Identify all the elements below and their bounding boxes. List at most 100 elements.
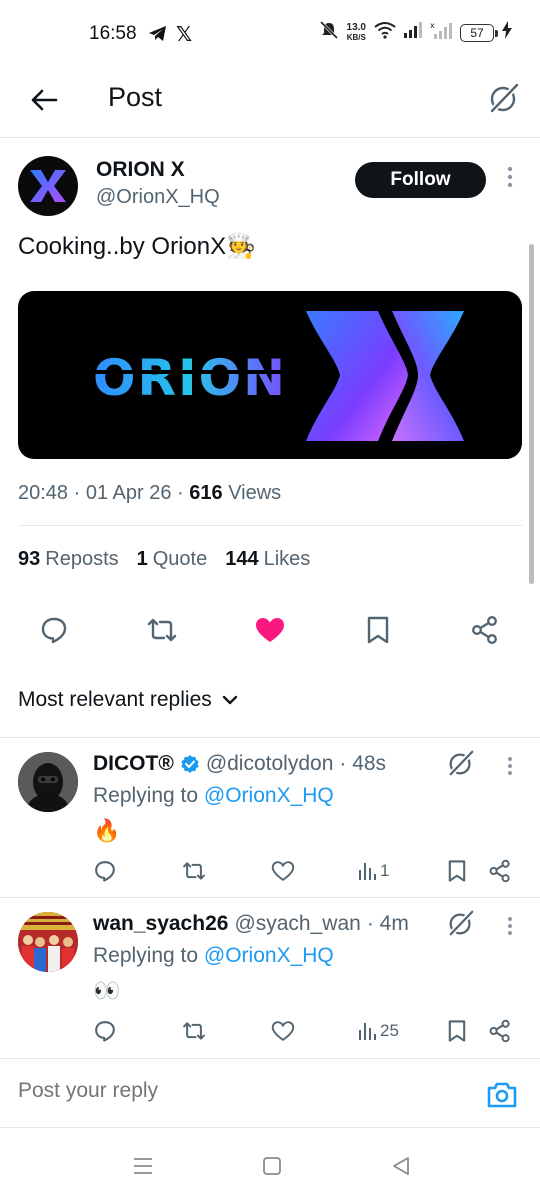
author-name[interactable]: ORION X bbox=[96, 158, 185, 182]
reply-age: · 4m bbox=[366, 912, 409, 935]
orionx-logo-icon bbox=[30, 170, 66, 202]
reply-author-name[interactable]: DICOT® bbox=[93, 752, 174, 776]
replying-to-link[interactable]: @OrionX_HQ bbox=[204, 944, 334, 967]
reposts-label: Reposts bbox=[45, 548, 119, 570]
battery-indicator: 57 bbox=[460, 23, 498, 42]
page-title: Post bbox=[108, 82, 163, 112]
grok-icon bbox=[449, 909, 475, 936]
camera-icon bbox=[487, 1082, 517, 1108]
author-avatar[interactable] bbox=[18, 156, 78, 216]
reply-author-handle[interactable]: @dicotolydon bbox=[206, 752, 334, 776]
balaclava-avatar-image bbox=[18, 752, 78, 812]
recent-apps-button[interactable] bbox=[128, 1154, 158, 1178]
reply-more-button[interactable] bbox=[502, 756, 518, 776]
reply-button[interactable] bbox=[34, 610, 74, 650]
camera-button[interactable] bbox=[486, 1081, 522, 1111]
reply-like-button[interactable] bbox=[271, 1016, 295, 1046]
reply-bookmark-button[interactable] bbox=[446, 1016, 468, 1046]
like-button[interactable] bbox=[250, 610, 290, 650]
replies-sort-label: Most relevant replies bbox=[18, 688, 212, 711]
reply-item[interactable]: wan_syach26 @syach_wan · 4m Replying to … bbox=[0, 897, 540, 1058]
follow-button[interactable]: Follow bbox=[355, 162, 486, 198]
menu-lines-icon bbox=[134, 1158, 152, 1174]
post-media-image[interactable]: ORION bbox=[18, 291, 522, 459]
analytics-icon bbox=[359, 1023, 376, 1040]
reply-views-button[interactable]: 25 bbox=[358, 1016, 399, 1046]
post-time: 20:48 bbox=[18, 482, 69, 504]
status-bar: 16:58 𝕏 13.0 KB/S x 57 bbox=[0, 0, 540, 66]
reply-comment-button[interactable] bbox=[93, 1016, 117, 1046]
post-action-bar bbox=[0, 610, 540, 650]
reply-share-button[interactable] bbox=[488, 1016, 512, 1046]
quotes-stat[interactable]: 1 Quote bbox=[137, 548, 208, 571]
reply-item[interactable]: DICOT® @dicotolydon · 48s Replying to @O… bbox=[0, 737, 540, 897]
replying-to-link[interactable]: @OrionX_HQ bbox=[204, 784, 334, 807]
more-options-button[interactable] bbox=[500, 166, 520, 194]
replying-prefix: Replying to bbox=[93, 784, 199, 807]
grok-icon bbox=[449, 749, 475, 776]
bookmark-icon bbox=[367, 616, 389, 644]
reply-share-button[interactable] bbox=[488, 856, 512, 886]
bookmark-icon bbox=[448, 860, 466, 882]
reply-repost-button[interactable] bbox=[181, 1016, 207, 1046]
status-right: 13.0 KB/S x 57 bbox=[319, 20, 512, 45]
heart-filled-icon bbox=[256, 618, 284, 642]
reply-header: wan_syach26 @syach_wan · 4m bbox=[93, 912, 409, 936]
reply-avatar[interactable] bbox=[18, 752, 78, 812]
mute-icon bbox=[319, 20, 339, 45]
likes-count: 144 bbox=[225, 548, 259, 570]
charging-icon bbox=[502, 21, 512, 44]
reply-header: DICOT® @dicotolydon · 48s bbox=[93, 752, 386, 776]
grok-icon bbox=[490, 83, 519, 113]
grok-button[interactable] bbox=[484, 78, 524, 118]
reply-composer bbox=[0, 1058, 540, 1128]
reply-more-button[interactable] bbox=[502, 916, 518, 936]
reply-views-button[interactable]: 1 bbox=[358, 856, 389, 886]
reply-input[interactable] bbox=[18, 1079, 458, 1103]
wifi-icon bbox=[374, 21, 396, 44]
repost-button[interactable] bbox=[142, 610, 182, 650]
post-text: Cooking..by OrionX🧑‍🍳 bbox=[18, 233, 256, 260]
reposts-stat[interactable]: 93 Reposts bbox=[18, 548, 119, 571]
divider bbox=[18, 525, 522, 526]
system-navigation-bar bbox=[0, 1130, 540, 1200]
reply-avatar[interactable] bbox=[18, 912, 78, 972]
home-button[interactable] bbox=[257, 1154, 287, 1178]
likes-stat[interactable]: 144 Likes bbox=[225, 548, 310, 571]
reply-age: · 48s bbox=[339, 752, 387, 775]
back-button[interactable] bbox=[24, 80, 64, 120]
post-date: 01 Apr 26 bbox=[85, 482, 172, 504]
status-time: 16:58 bbox=[89, 23, 137, 44]
replies-sort-dropdown[interactable]: Most relevant replies bbox=[18, 688, 238, 712]
reply-comment-button[interactable] bbox=[93, 856, 117, 886]
network-speed-unit: KB/S bbox=[346, 32, 366, 42]
share-icon bbox=[472, 616, 497, 644]
replying-prefix: Replying to bbox=[93, 944, 199, 967]
reply-bookmark-button[interactable] bbox=[446, 856, 468, 886]
bookmark-button[interactable] bbox=[358, 610, 398, 650]
reply-author-name[interactable]: wan_syach26 bbox=[93, 912, 228, 936]
reply-action-bar: 1 bbox=[0, 856, 540, 886]
reposts-count: 93 bbox=[18, 548, 41, 570]
reply-grok-button[interactable] bbox=[446, 908, 476, 938]
reply-repost-button[interactable] bbox=[181, 856, 207, 886]
post-views-label: Views bbox=[228, 482, 282, 504]
colorful-crowd-avatar-image bbox=[18, 912, 78, 972]
system-back-button[interactable] bbox=[386, 1154, 416, 1178]
meta-separator: · bbox=[73, 482, 86, 504]
x-app-icon: 𝕏 bbox=[176, 24, 193, 46]
scrollbar[interactable] bbox=[529, 244, 534, 584]
bookmark-icon bbox=[448, 1020, 466, 1042]
reply-like-button[interactable] bbox=[271, 856, 295, 886]
repost-icon bbox=[183, 862, 205, 880]
repost-icon bbox=[183, 1022, 205, 1040]
quotes-label: Quote bbox=[152, 548, 208, 570]
author-handle[interactable]: @OrionX_HQ bbox=[96, 186, 220, 209]
share-icon bbox=[489, 1019, 510, 1043]
reply-author-handle[interactable]: @syach_wan bbox=[234, 912, 360, 936]
more-vertical-icon bbox=[508, 757, 512, 775]
share-button[interactable] bbox=[465, 610, 505, 650]
chevron-down-icon bbox=[222, 695, 237, 705]
top-app-bar: Post bbox=[0, 66, 540, 138]
reply-grok-button[interactable] bbox=[446, 748, 476, 778]
